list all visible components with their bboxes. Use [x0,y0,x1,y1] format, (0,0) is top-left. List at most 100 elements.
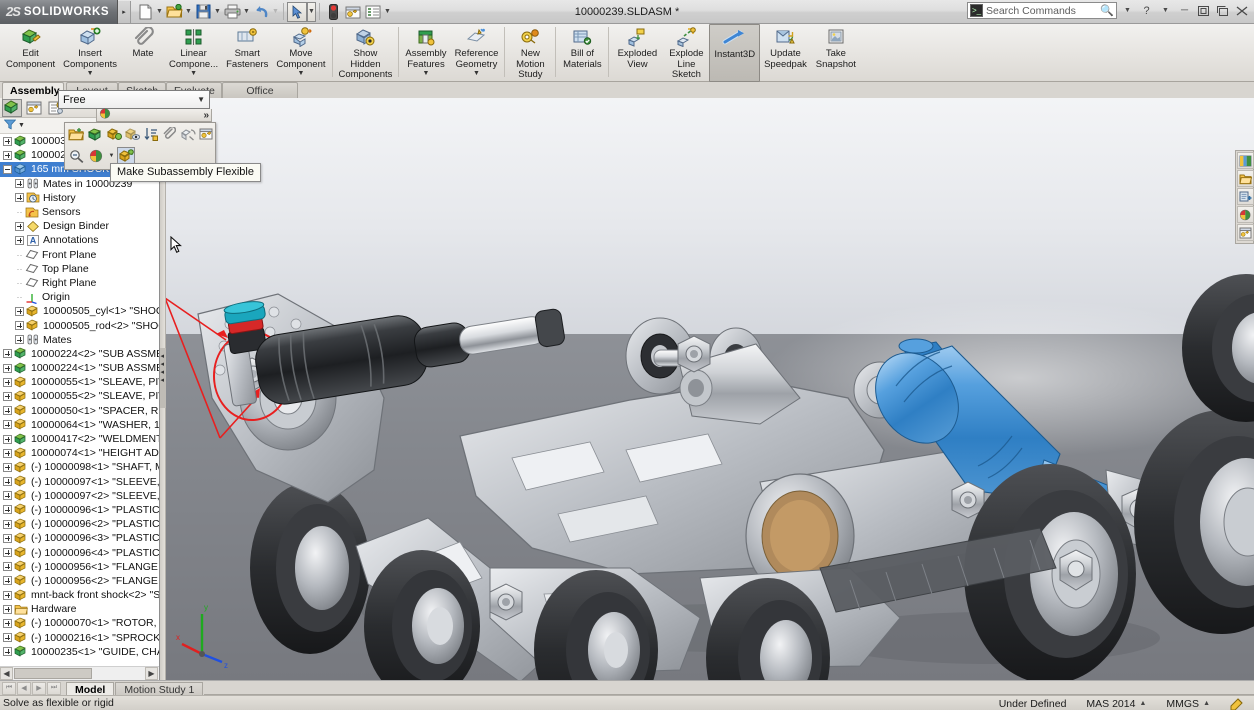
scroll-left-icon[interactable]: ◀ [0,667,13,680]
tree-node-expander[interactable] [2,391,13,402]
ribbon-smart-fasteners[interactable]: Smart Fasteners [222,24,272,82]
expand-icon[interactable] [3,420,12,430]
search-commands-box[interactable]: >_ Search Commands 🔍 [967,2,1117,19]
rebuild-button[interactable] [323,2,343,22]
tree-node[interactable]: 10000055<2> "SLEAVE, PIVOT [0,389,159,403]
tree-node-expander[interactable] [2,377,13,388]
expand-icon[interactable] [3,533,12,543]
help-dropdown-icon[interactable]: ▼ [1157,2,1174,19]
restore-icon[interactable] [1195,2,1212,19]
status-configuration[interactable]: MAS 2014 ▲ [1076,698,1156,710]
expand-icon[interactable] [3,576,12,586]
component-properties-icon[interactable] [105,125,122,143]
ribbon-dropdown-arrow[interactable]: ▼ [87,70,94,77]
tree-node-expander[interactable] [2,632,13,643]
tree-node[interactable]: 10000505_rod<2> "SHOCK [0,318,159,332]
chevron-down-icon[interactable]: ▼ [197,95,205,104]
tree-node-expander[interactable] [2,419,13,430]
tree-node-expander[interactable] [2,150,13,161]
tree-node-expander[interactable] [14,192,25,203]
appearance-sphere-icon[interactable] [99,108,112,122]
last-icon[interactable]: ⏭ [47,681,61,695]
expand-chevron-icon[interactable]: » [203,110,209,121]
collapse-icon[interactable] [3,164,12,174]
new-document-button[interactable] [135,2,155,22]
expand-icon[interactable] [3,391,12,401]
tree-node-expander[interactable] [14,221,25,232]
ribbon-move-component[interactable]: Move Component ▼ [272,24,329,82]
minimize-icon[interactable]: ─ [1176,2,1193,19]
tree-node[interactable]: (-) 10000097<2> "SLEEVE, SHO [0,489,159,503]
isolate-icon[interactable] [87,125,104,143]
tree-node[interactable]: Mates [0,333,159,347]
expand-icon[interactable] [3,633,12,643]
print-document-dropdown[interactable]: ▼ [242,2,251,22]
panel-collapse-handle[interactable]: ◂ ◂ ◂ ◂ [160,98,166,680]
expand-icon[interactable] [3,604,12,614]
zoom-to-selection-icon[interactable] [68,147,86,165]
status-units[interactable]: MMGS ▲ [1156,698,1220,710]
expand-icon[interactable] [3,462,12,472]
custom-properties-icon[interactable] [1237,224,1254,241]
view-palette-icon[interactable] [1237,152,1254,169]
tree-node-expander[interactable] [14,306,25,317]
graphics-viewport[interactable]: ▼ ▼ ▼ ▼ ▼ [160,98,1254,680]
select-button[interactable] [287,1,307,22]
tree-node-expander[interactable] [2,136,13,147]
expand-icon[interactable] [15,221,24,231]
tree-node-expander[interactable] [14,320,25,331]
expand-icon[interactable] [15,193,24,203]
tree-node[interactable]: (-) 10000096<2> "PLASTIC SPA [0,517,159,531]
design-library-icon[interactable] [1237,188,1254,205]
expand-icon[interactable] [3,548,12,558]
ribbon-show-hidden-components[interactable]: Show Hidden Components [335,24,397,82]
open-folder-icon[interactable] [68,125,85,143]
units-caret-icon[interactable]: ▲ [1203,700,1210,707]
sort-order-icon[interactable] [143,125,160,143]
expand-icon[interactable] [3,150,12,160]
tree-node[interactable]: (-) 10000098<1> "SHAFT, MAI [0,460,159,474]
expand-icon[interactable] [15,335,24,345]
print-document-button[interactable] [222,2,242,22]
expand-icon[interactable] [3,618,12,628]
tree-node[interactable]: A Annotations [0,233,159,247]
tree-node[interactable]: mnt-back front shock<2> "SH [0,588,159,602]
expand-icon[interactable] [3,136,12,146]
assembly-3d-model[interactable]: x y z [160,98,1254,680]
expand-icon[interactable] [3,491,12,501]
close-icon[interactable] [1233,2,1250,19]
search-dropdown[interactable]: ▼ [1119,2,1136,19]
ribbon-exploded-view[interactable]: Exploded View [611,24,663,82]
expand-icon[interactable] [3,477,12,487]
ribbon-instant3d[interactable]: Instant3D [709,24,761,82]
tree-node-expander[interactable] [2,434,13,445]
open-document-button[interactable] [164,2,184,22]
expand-icon[interactable] [3,434,12,444]
ribbon-new-motion-study[interactable]: New Motion Study [507,24,553,82]
tree-node-expander[interactable] [2,618,13,629]
mate-paperclip-icon[interactable] [161,125,178,143]
menu-expand-button[interactable]: ▸ [118,0,131,23]
tree-node[interactable]: 10000224<2> "SUB ASSMEBLY [0,347,159,361]
ribbon-dropdown-arrow[interactable]: ▼ [297,70,304,77]
tree-node[interactable]: ·· Front Plane [0,248,159,262]
tree-node[interactable]: 10000505_cyl<1> "SHOCK, [0,304,159,318]
config-caret-icon[interactable]: ▲ [1139,700,1146,707]
tree-node-expander[interactable] [2,590,13,601]
expand-icon[interactable] [15,321,24,331]
expand-icon[interactable] [3,448,12,458]
ribbon-edit-component[interactable]: Edit Component [2,24,59,82]
expand-icon[interactable] [3,590,12,600]
tree-node[interactable]: 10000074<1> "HEIGHT ADJUS [0,446,159,460]
expand-icon[interactable] [3,562,12,572]
tree-node-expander[interactable] [2,561,13,572]
ribbon-mate[interactable]: Mate [121,24,165,82]
save-document-button[interactable] [193,2,213,22]
feature-tree[interactable]: 10000310000221<1> "SUB165 mm SHOCK ABSOR… [0,134,159,666]
scroll-thumb[interactable] [14,668,92,679]
expand-icon[interactable] [3,519,12,529]
editing-part-icon[interactable] [1220,697,1254,710]
hide-components-icon[interactable] [124,125,141,143]
tree-node[interactable]: (-) 10000096<4> "PLASTIC SPA [0,545,159,559]
tree-node-expander[interactable] [2,490,13,501]
